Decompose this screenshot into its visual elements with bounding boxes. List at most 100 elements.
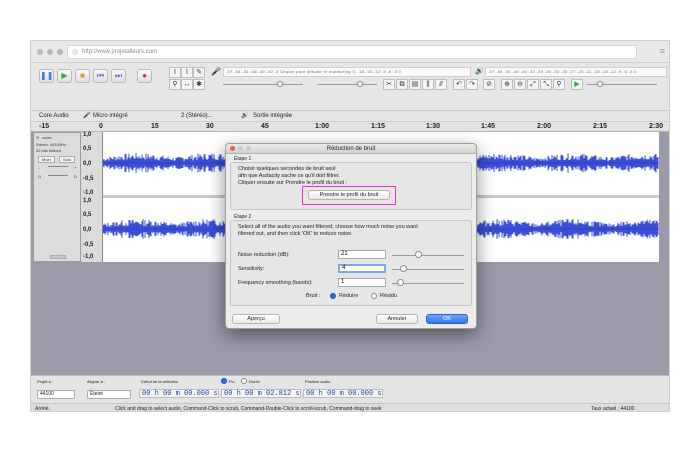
project-rate-select[interactable]: 44100 bbox=[37, 390, 75, 399]
stop-button[interactable]: ■ bbox=[75, 69, 90, 83]
amplitude-scale: 1,0 0,5 0,0 -0,5 -1,0 1,0 0,5 0,0 -0,5 -… bbox=[81, 132, 103, 262]
close-dialog-icon[interactable] bbox=[230, 146, 235, 151]
record-volume-slider[interactable] bbox=[277, 81, 283, 87]
zoom-tool-icon[interactable]: ⚲ bbox=[169, 79, 181, 90]
selection-start-label: Début de la sélection bbox=[141, 379, 179, 384]
fit-project-icon[interactable]: ⤡ bbox=[540, 79, 552, 90]
zoom-toggle-icon[interactable]: ⚲ bbox=[553, 79, 565, 90]
length-radio[interactable] bbox=[241, 378, 247, 384]
scale-label: 1,0 bbox=[83, 132, 92, 138]
ruler-tick: 2:15 bbox=[593, 123, 608, 130]
selection-end-time[interactable]: 00 h 00 m 02.812 s bbox=[221, 389, 301, 398]
end-radio[interactable] bbox=[221, 378, 227, 384]
step1-text-2: afin que Audacity sache ce qu'il doit fi… bbox=[238, 173, 340, 179]
ruler-tick: 1:00 bbox=[315, 123, 330, 130]
skip-start-button[interactable]: ⏮ bbox=[93, 69, 108, 83]
fit-selection-icon[interactable]: ⤢ bbox=[527, 79, 539, 90]
cancel-button[interactable]: Annuler bbox=[376, 314, 418, 324]
play-button[interactable]: ▶ bbox=[57, 69, 72, 83]
output-device-select[interactable]: Sortie intégrée bbox=[253, 111, 292, 122]
gain-slider[interactable] bbox=[48, 166, 68, 167]
selection-start-time[interactable]: 00 h 00 m 00.000 s bbox=[139, 389, 219, 398]
selection-tool-icon[interactable]: I bbox=[169, 67, 181, 78]
sensitivity-field[interactable]: 4 bbox=[338, 264, 386, 273]
audio-position-label: Position audio : bbox=[305, 379, 333, 384]
step2-text-2: filtered out, and then click 'OK' to red… bbox=[238, 231, 353, 237]
status-state: Arrêté. bbox=[35, 406, 51, 412]
input-device-select[interactable]: Micro intégré bbox=[93, 111, 128, 122]
paste-icon[interactable]: ▤ bbox=[409, 79, 421, 90]
track-collapse-button[interactable] bbox=[50, 255, 66, 259]
pause-button[interactable]: ❚❚ bbox=[39, 69, 54, 83]
noise-reduction-field[interactable]: 21 bbox=[338, 250, 386, 259]
scale-label: 0,5 bbox=[83, 146, 92, 152]
channels-select[interactable]: 2 (Stéréo)... bbox=[181, 111, 213, 122]
track-control-panel[interactable]: ✕ cover Stéréo, 44100Hz 32 bits flottant… bbox=[33, 132, 81, 262]
smoothing-field[interactable]: 1 bbox=[338, 278, 386, 287]
undo-icon[interactable]: ↶ bbox=[453, 79, 465, 90]
zoom-in-icon[interactable]: ⊕ bbox=[501, 79, 513, 90]
smoothing-label: Frequency smoothing (bands): bbox=[238, 280, 313, 286]
track-format: Stéréo, 44100Hz bbox=[36, 142, 67, 147]
residue-radio[interactable] bbox=[371, 293, 377, 299]
pan-right-label: D bbox=[74, 174, 77, 179]
play-volume-slider[interactable] bbox=[357, 81, 363, 87]
project-rate-label: Projet à : bbox=[37, 379, 54, 384]
preview-button[interactable]: Aperçu bbox=[232, 314, 280, 324]
menu-icon[interactable]: ≡ bbox=[660, 46, 665, 56]
snap-value: Éteint bbox=[90, 391, 103, 397]
track-bitdepth: 32 bits flottant bbox=[36, 148, 61, 153]
status-rate: Taux actuel : 44100 bbox=[591, 406, 635, 412]
play-speed-slider[interactable] bbox=[597, 81, 603, 87]
step1-text-1: Choisir quelques secondes de bruit seul bbox=[238, 166, 336, 172]
snap-label: Aligner à : bbox=[87, 379, 106, 384]
ruler-tick: 2:00 bbox=[537, 123, 552, 130]
zoom-out-icon[interactable]: ⊖ bbox=[514, 79, 526, 90]
trim-icon[interactable]: ⫼ bbox=[422, 79, 434, 90]
timeshift-tool-icon[interactable]: ↔ bbox=[181, 79, 193, 90]
redo-icon[interactable]: ↷ bbox=[466, 79, 478, 90]
highlight-box bbox=[302, 186, 396, 205]
reduce-radio[interactable] bbox=[330, 293, 336, 299]
host-select[interactable]: Core Audio bbox=[39, 111, 69, 122]
track-name[interactable]: cover bbox=[42, 135, 52, 140]
ruler-tick: 30 bbox=[206, 123, 214, 130]
envelope-tool-icon[interactable]: ⌇ bbox=[181, 67, 193, 78]
window-dots bbox=[37, 49, 63, 55]
play-at-speed-icon[interactable]: ▶ bbox=[571, 79, 583, 90]
record-button[interactable]: ● bbox=[137, 69, 152, 83]
mic-icon: 🎤 bbox=[211, 67, 221, 76]
status-hint: Click and drag to select audio, Command-… bbox=[115, 406, 382, 412]
scale-label: 0,0 bbox=[83, 227, 92, 233]
sync-lock-icon[interactable]: ⊘ bbox=[483, 79, 495, 90]
record-volume-track bbox=[223, 84, 303, 85]
track-close-icon[interactable]: ✕ bbox=[36, 135, 39, 140]
noise-reduction-label: Noise reduction (dB): bbox=[238, 252, 290, 258]
sensitivity-label: Sensitivity: bbox=[238, 266, 265, 272]
silence-icon[interactable]: ⫻ bbox=[435, 79, 447, 90]
solo-button[interactable]: Solo bbox=[59, 156, 76, 163]
mic-icon: 🎤 bbox=[83, 113, 91, 119]
multi-tool-icon[interactable]: ✱ bbox=[193, 79, 205, 90]
audio-position-time[interactable]: 00 h 00 m 00.000 s bbox=[303, 389, 383, 398]
timeline-ruler[interactable]: -15 0 15 30 45 1:00 1:15 1:30 1:45 2:00 … bbox=[31, 122, 669, 132]
ruler-tick: 1:30 bbox=[426, 123, 441, 130]
cut-icon[interactable]: ✂ bbox=[383, 79, 395, 90]
url-field[interactable]: ◎ http://www.projetalleurs.com bbox=[67, 45, 637, 59]
copy-icon[interactable]: ⧉ bbox=[396, 79, 408, 90]
gain-minus-icon: - bbox=[38, 165, 40, 170]
play-meter[interactable]: -57 -54 -51 -48 -45 -42 -39 -36 -33 -30 … bbox=[485, 67, 667, 77]
mute-button[interactable]: Muet bbox=[38, 156, 55, 163]
draw-tool-icon[interactable]: ✎ bbox=[193, 67, 205, 78]
sensitivity-slider[interactable] bbox=[399, 265, 407, 272]
record-meter[interactable]: -57 -54 -51 -48 -45 -42 -3 Cliquer pour … bbox=[223, 67, 471, 77]
gain-plus-icon: + bbox=[74, 165, 77, 170]
noise-reduction-dialog: Réduction de bruit Étape 1 Choisir quelq… bbox=[225, 143, 477, 329]
pan-slider[interactable] bbox=[48, 175, 68, 176]
snap-select[interactable]: Éteint bbox=[87, 390, 131, 399]
scale-label: 1,0 bbox=[83, 198, 92, 204]
skip-end-button[interactable]: ⏭ bbox=[111, 69, 126, 83]
ok-button[interactable]: OK bbox=[426, 314, 468, 324]
dialog-title: Réduction de bruit bbox=[326, 146, 376, 152]
selection-toolbar: Projet à : 44100 Aligner à : Éteint Débu… bbox=[31, 375, 669, 403]
